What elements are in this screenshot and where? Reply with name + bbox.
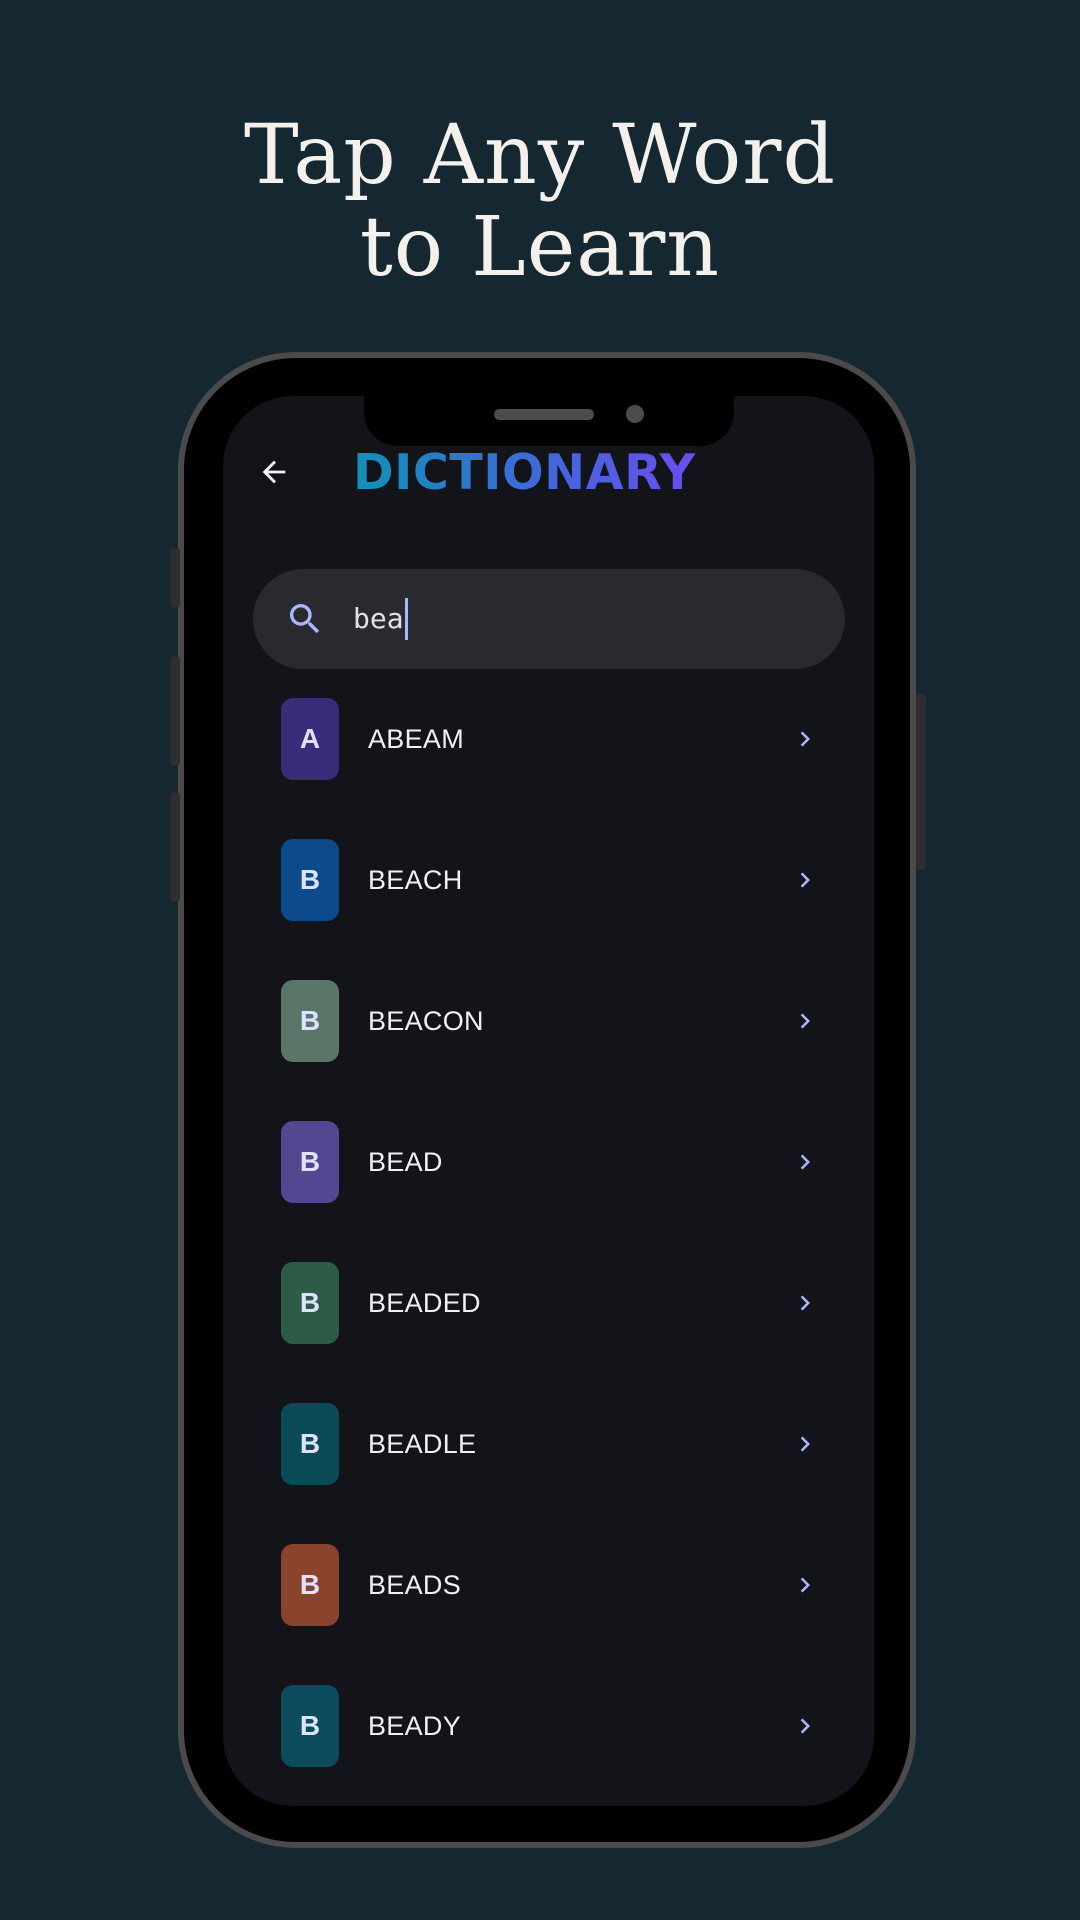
phone-camera — [626, 405, 644, 423]
phone-side-button — [170, 656, 180, 766]
word-list-item[interactable]: B BEADY — [223, 1656, 874, 1797]
search-input[interactable]: bea — [253, 569, 845, 669]
word-list-item[interactable]: B BEAD — [223, 1092, 874, 1233]
word-label: BEADED — [368, 1288, 481, 1318]
word-list-item[interactable]: B BEACON — [223, 951, 874, 1092]
word-list-item[interactable]: B BEADS — [223, 1515, 874, 1656]
word-initial-tile: B — [281, 1121, 339, 1203]
phone-speaker — [494, 409, 594, 420]
word-label: BEADY — [368, 1711, 462, 1741]
word-list: A ABEAM B BEACH B BEACON B BEAD B BEADED B BEADLE B B… — [223, 669, 874, 1806]
promo-headline: Tap Any Word to Learn — [0, 110, 1080, 294]
phone-power-button — [916, 694, 926, 870]
word-initial-tile: B — [281, 1544, 339, 1626]
chevron-right-icon — [800, 1718, 810, 1734]
chevron-right-icon — [800, 1154, 810, 1170]
word-list-item[interactable]: A ABEAM — [223, 669, 874, 810]
phone-notch — [364, 396, 734, 446]
word-initial-tile: B — [281, 1262, 339, 1344]
promo-headline-line2: to Learn — [359, 200, 721, 295]
word-label: BEAD — [368, 1147, 443, 1177]
search-icon — [290, 604, 320, 634]
chevron-right-icon — [800, 1436, 810, 1452]
search-field-text[interactable]: bea — [353, 597, 408, 641]
chevron-right-icon — [800, 872, 810, 888]
chevron-right-icon — [800, 1013, 810, 1029]
arrow-left-icon — [262, 460, 286, 484]
word-label: BEACH — [368, 865, 463, 895]
word-label: ABEAM — [368, 724, 465, 754]
word-initial-tile: B — [281, 1685, 339, 1767]
word-label: BEADS — [368, 1570, 462, 1600]
phone-side-button — [170, 548, 180, 608]
back-button[interactable] — [248, 446, 300, 498]
chevron-right-icon — [800, 1577, 810, 1593]
promo-headline-line1: Tap Any Word — [244, 108, 836, 203]
chevron-right-icon — [800, 1295, 810, 1311]
word-initial-tile: A — [281, 698, 339, 780]
word-initial-tile: B — [281, 1403, 339, 1485]
text-caret — [404, 598, 408, 640]
phone-side-button — [170, 792, 180, 902]
app-title: DICTIONARY — [353, 440, 696, 506]
word-label: BEACON — [368, 1006, 484, 1036]
chevron-right-icon — [800, 731, 810, 747]
word-initial-tile: B — [281, 980, 339, 1062]
word-list-item[interactable]: B BEADED — [223, 1233, 874, 1374]
search-value: bea — [353, 602, 404, 635]
word-initial-tile: B — [281, 839, 339, 921]
word-list-item[interactable]: B BEADLE — [223, 1374, 874, 1515]
word-list-item[interactable]: B BEACH — [223, 810, 874, 951]
word-label: BEADLE — [368, 1429, 477, 1459]
